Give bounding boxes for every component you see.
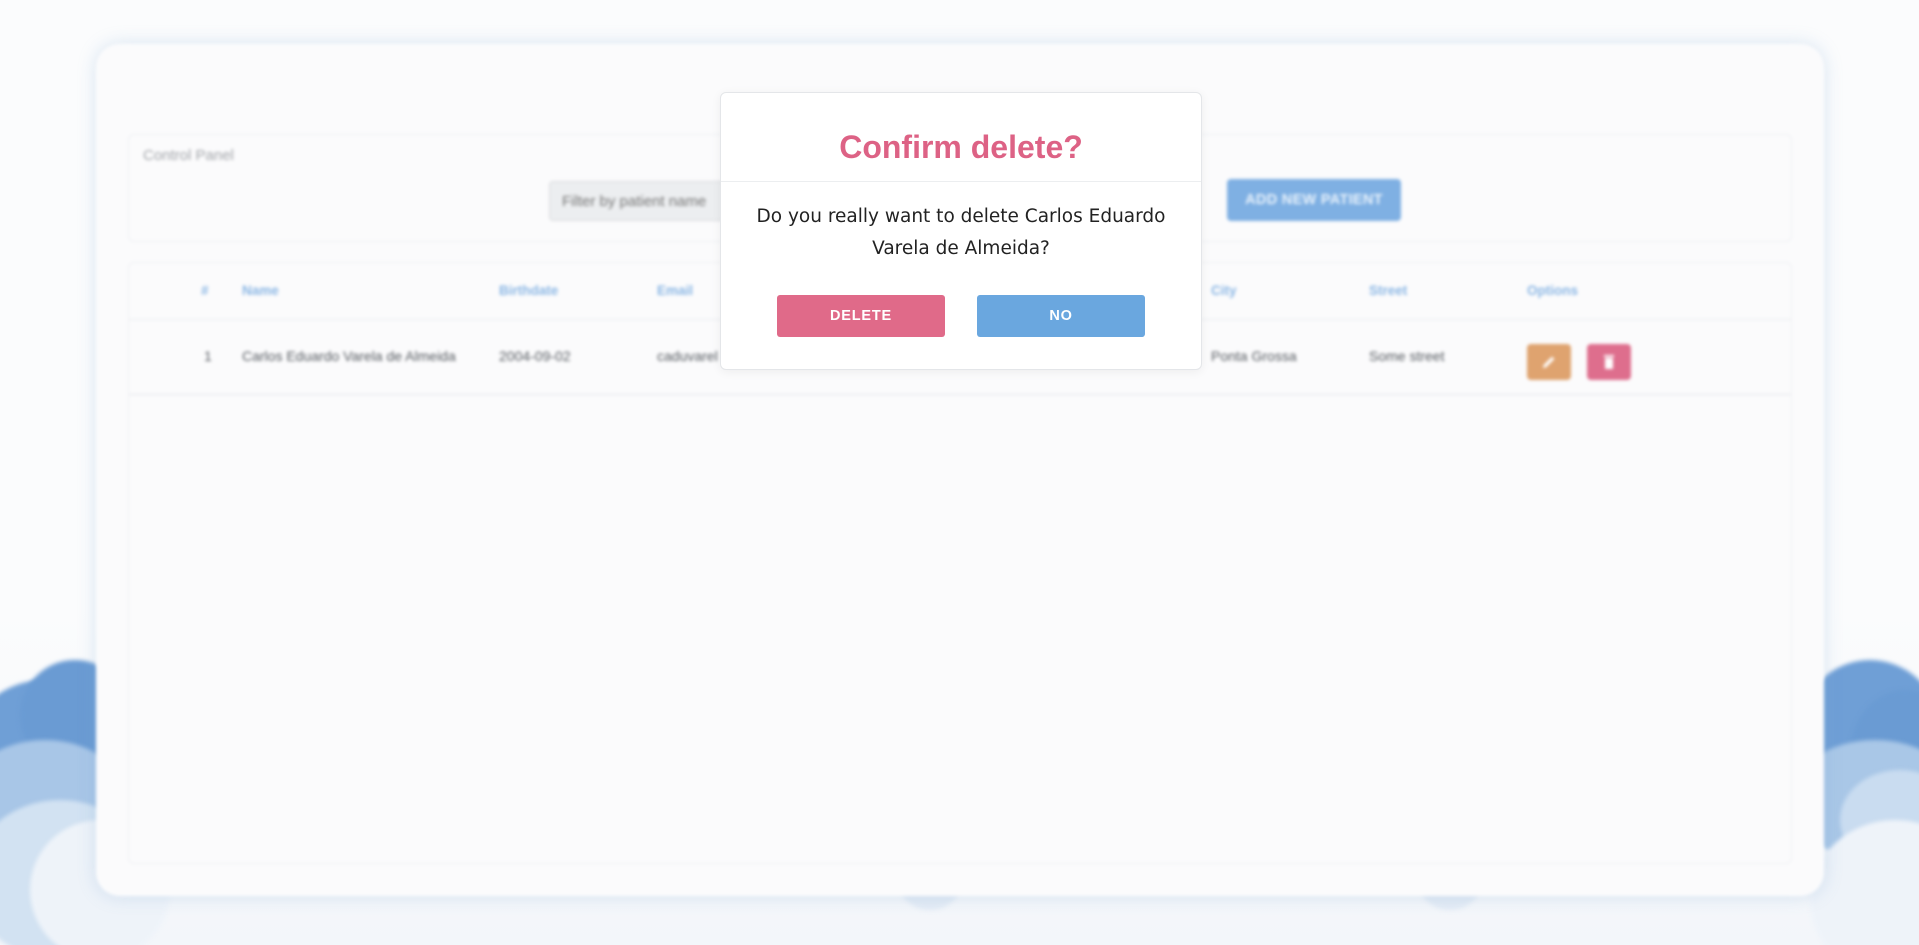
cell-index: 1 xyxy=(204,348,212,364)
control-panel-label: Control Panel xyxy=(143,147,234,164)
column-header-street: Street xyxy=(1369,283,1408,298)
column-header-email: Email xyxy=(657,283,694,298)
cell-street: Some street xyxy=(1369,348,1445,364)
delete-patient-button[interactable] xyxy=(1587,344,1631,380)
column-header-options: Options xyxy=(1527,283,1578,298)
dialog-title: Confirm delete? xyxy=(839,129,1083,165)
pencil-icon xyxy=(1543,356,1555,368)
dialog-message: Do you really want to delete Carlos Edua… xyxy=(756,206,1166,259)
cancel-no-button[interactable]: NO xyxy=(977,295,1145,337)
trash-icon xyxy=(1604,355,1614,369)
column-header-city: City xyxy=(1211,283,1237,298)
add-new-patient-button[interactable]: ADD NEW PATIENT xyxy=(1227,179,1401,221)
cell-name: Carlos Eduardo Varela de Almeida xyxy=(242,348,456,364)
dialog-divider xyxy=(721,181,1201,182)
cell-city: Ponta Grossa xyxy=(1211,348,1297,364)
cell-email: caduvarel xyxy=(657,348,718,364)
column-header-birthdate: Birthdate xyxy=(499,283,559,298)
confirm-delete-dialog: Confirm delete? Do you really want to de… xyxy=(720,92,1202,370)
column-header-index: # xyxy=(201,283,209,298)
edit-patient-button[interactable] xyxy=(1527,344,1571,380)
cell-birthdate: 2004-09-02 xyxy=(499,348,571,364)
confirm-delete-button[interactable]: DELETE xyxy=(777,295,945,337)
column-header-name: Name xyxy=(242,283,279,298)
